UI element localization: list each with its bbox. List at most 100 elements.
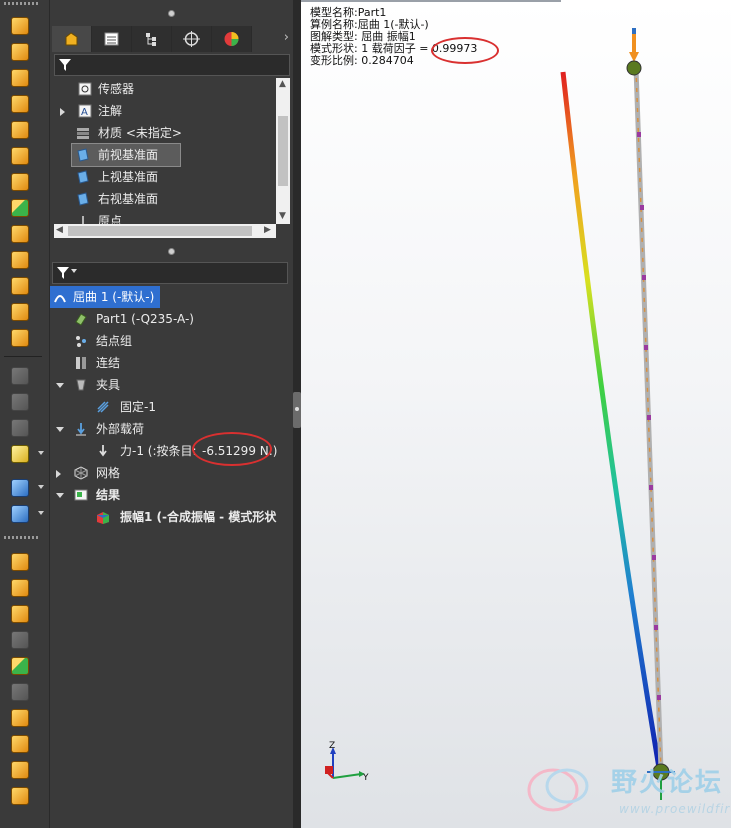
tree-item-label: 屈曲 1 (-默认-) xyxy=(73,290,155,304)
panel-splitter[interactable] xyxy=(293,0,301,828)
compare-results-icon[interactable] xyxy=(8,274,30,296)
tree-item-mesh[interactable]: 网格 xyxy=(50,462,290,484)
expand-arrow-icon[interactable] xyxy=(60,108,65,116)
vertical-scrollbar[interactable]: ▲ ▼ xyxy=(276,78,290,224)
tree-item-fixed-1[interactable]: 固定-1 xyxy=(50,396,290,418)
collapse-arrow-icon[interactable] xyxy=(56,493,64,498)
shell-manager-icon[interactable] xyxy=(8,144,30,166)
tab-display-manager[interactable] xyxy=(212,26,252,52)
tree-item-right-plane[interactable]: 右视基准面 xyxy=(54,188,274,210)
report-icon[interactable] xyxy=(8,326,30,348)
tree-item-label: 材质 <未指定> xyxy=(98,126,182,140)
tree-item-label: 前视基准面 xyxy=(98,148,159,162)
watermark: 野火论坛 www.proewildfire.cn xyxy=(523,758,731,824)
toolbar-grip[interactable] xyxy=(4,536,38,539)
configuration-manager-icon xyxy=(146,33,156,46)
feature-tree: 传感器 A 注解 材质 <未指定> 前视基准面 上视基准面 右视基准面 原点 xyxy=(54,78,276,224)
tree-item-label: 连结 xyxy=(96,356,121,370)
tree-item-part[interactable]: Part1 (-Q235-A-) xyxy=(50,308,290,330)
plane-icon xyxy=(77,192,89,206)
part-icon xyxy=(75,313,87,326)
connections-icon xyxy=(76,357,86,369)
material-icon xyxy=(77,128,89,139)
tree-item-amplitude-1[interactable]: 振幅1 (-合成振幅 - 模式形状 xyxy=(50,506,293,528)
chevron-down-icon[interactable] xyxy=(38,451,44,455)
results-advisor-icon[interactable] xyxy=(8,222,30,244)
chevron-down-icon[interactable] xyxy=(71,269,77,273)
tree-item-node-groups[interactable]: 结点组 xyxy=(50,330,290,352)
study-tree-filter[interactable] xyxy=(52,262,288,284)
tree-item-top-plane[interactable]: 上视基准面 xyxy=(54,166,274,188)
tree-item-annotations[interactable]: A 注解 xyxy=(54,100,274,122)
horizontal-scrollbar[interactable]: ◀ ▶ xyxy=(54,224,276,238)
tree-item-label: Part1 (-Q235-A-) xyxy=(96,312,194,326)
tree-item-fixtures[interactable]: 夹具 xyxy=(50,374,290,396)
view-tool-3-icon[interactable] xyxy=(8,602,30,624)
y-axis-label: Y xyxy=(362,773,369,783)
chevron-down-icon[interactable] xyxy=(38,511,44,515)
tree-item-label: 注解 xyxy=(98,104,123,118)
tree-item-sensors[interactable]: 传感器 xyxy=(54,78,274,100)
apply-material-icon[interactable] xyxy=(8,40,30,62)
3d-view-icon[interactable] xyxy=(8,550,30,572)
chevron-down-icon[interactable] xyxy=(38,485,44,489)
tree-item-connections[interactable]: 连结 xyxy=(50,352,290,374)
z-axis-label: Z xyxy=(329,741,335,751)
view-tool-5-icon[interactable] xyxy=(8,654,30,676)
toolbar-grip[interactable] xyxy=(4,2,38,5)
scroll-left-icon[interactable]: ◀ xyxy=(56,225,63,235)
tree-item-material[interactable]: 材质 <未指定> xyxy=(54,122,274,144)
tab-configuration-manager[interactable] xyxy=(132,26,172,52)
results-folder-icon xyxy=(74,489,88,501)
view-tool-7-icon[interactable] xyxy=(8,706,30,728)
new-study-icon[interactable] xyxy=(8,14,30,36)
watermark-text: 野火论坛 xyxy=(611,768,724,798)
tree-item-origin[interactable]: 原点 xyxy=(54,210,274,224)
scrollbar-thumb[interactable] xyxy=(68,226,252,236)
scroll-right-icon[interactable]: ▶ xyxy=(264,225,271,235)
panel-grip[interactable] xyxy=(168,10,175,17)
scroll-up-icon[interactable]: ▲ xyxy=(279,79,286,89)
feature-manager-icon xyxy=(65,32,78,46)
tree-item-buckling-study[interactable]: 屈曲 1 (-默认-) xyxy=(50,286,160,308)
connections-icon[interactable] xyxy=(8,66,30,88)
mesh-icon xyxy=(74,466,88,480)
collapse-arrow-icon[interactable] xyxy=(56,427,64,432)
tree-item-label: 振幅1 (-合成振幅 - 模式形状 xyxy=(120,510,277,524)
buckling-study-icon xyxy=(54,295,66,303)
annotation-icon: A xyxy=(78,104,92,118)
fixtures-icon[interactable] xyxy=(8,92,30,114)
probe-icon[interactable] xyxy=(8,476,30,498)
feature-tree-filter[interactable] xyxy=(54,54,290,76)
panel-grip[interactable] xyxy=(168,248,175,255)
view-tool-8-icon[interactable] xyxy=(8,732,30,754)
tab-property-manager[interactable] xyxy=(92,26,132,52)
dimxpert-icon xyxy=(183,31,200,47)
scrollbar-thumb[interactable] xyxy=(278,116,288,186)
collapse-arrow-icon[interactable] xyxy=(56,383,64,388)
run-icon[interactable] xyxy=(8,196,30,218)
mesh-icon[interactable] xyxy=(8,170,30,192)
splitter-handle[interactable] xyxy=(293,392,301,428)
tree-item-front-plane[interactable]: 前视基准面 xyxy=(71,143,181,167)
graphics-area[interactable]: 模型名称:Part1 算例名称:屈曲 1(-默认-) 图解类型: 屈曲 振幅1 … xyxy=(301,0,731,828)
external-loads-icon xyxy=(76,423,86,436)
view-tool-9-icon[interactable] xyxy=(8,758,30,780)
part-icon[interactable] xyxy=(8,442,30,464)
deformed-result-icon[interactable] xyxy=(8,248,30,270)
external-loads-icon[interactable] xyxy=(8,118,30,140)
display-manager-icon xyxy=(224,32,239,46)
view-tool-10-icon[interactable] xyxy=(8,784,30,806)
tab-dimxpert-manager[interactable] xyxy=(172,26,212,52)
expand-arrow-icon[interactable] xyxy=(56,470,61,478)
plot-tools-icon[interactable] xyxy=(8,300,30,322)
tree-item-results[interactable]: 结果 xyxy=(50,484,290,506)
scroll-down-icon[interactable]: ▼ xyxy=(279,211,286,221)
fixed-geometry-icon xyxy=(97,401,109,413)
disabled-tool-3-icon xyxy=(8,416,30,438)
chevron-right-icon[interactable]: › xyxy=(284,30,289,45)
tab-feature-manager[interactable] xyxy=(52,26,92,52)
view-tool-2-icon[interactable] xyxy=(8,576,30,598)
disabled-view-tool-icon xyxy=(8,628,30,650)
hook-icon[interactable] xyxy=(8,502,30,524)
